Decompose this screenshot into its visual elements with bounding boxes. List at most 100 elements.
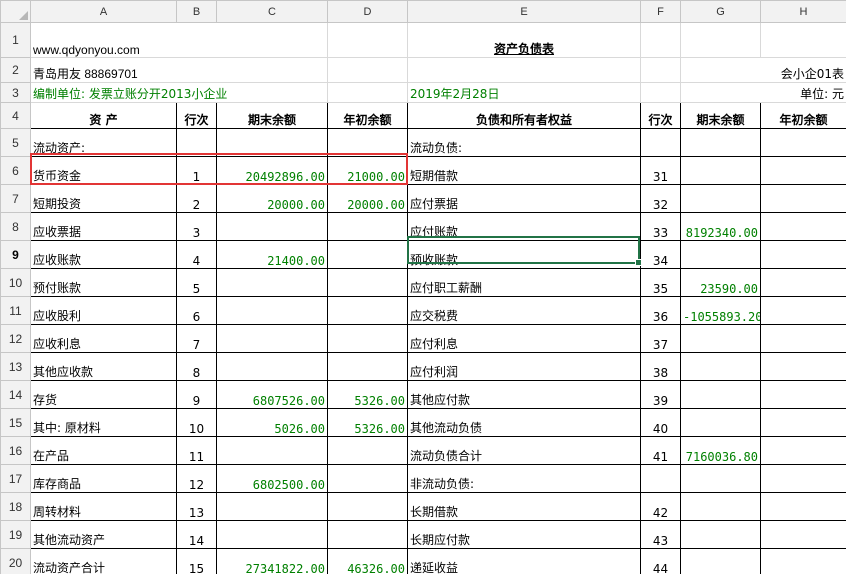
asset-label[interactable]: 流动资产合计: [30, 548, 177, 574]
liability-label[interactable]: 应付账款: [407, 212, 641, 241]
asset-row-no[interactable]: 10: [176, 408, 217, 437]
asset-begin-balance[interactable]: [327, 128, 408, 157]
asset-begin-balance[interactable]: [327, 240, 408, 269]
asset-label[interactable]: 应收账款: [30, 240, 177, 269]
asset-row-no[interactable]: 1: [176, 156, 217, 185]
end-balance-header[interactable]: 期末余额: [216, 102, 328, 129]
asset-begin-balance[interactable]: [327, 464, 408, 493]
liability-label[interactable]: 长期应付款: [407, 520, 641, 549]
asset-end-balance[interactable]: [216, 268, 328, 297]
row-header[interactable]: 12: [0, 324, 31, 353]
column-header-a[interactable]: A: [30, 0, 177, 23]
form-code-cell[interactable]: 会小企01表: [680, 57, 846, 83]
row-header[interactable]: 4: [0, 102, 31, 129]
liability-begin-balance[interactable]: [760, 268, 846, 297]
asset-label[interactable]: 流动资产:: [30, 128, 177, 157]
row-header[interactable]: 13: [0, 352, 31, 381]
asset-begin-balance[interactable]: 20000.00: [327, 184, 408, 213]
liability-row-no[interactable]: [640, 128, 681, 157]
liability-end-balance[interactable]: [680, 156, 761, 185]
cell[interactable]: [407, 57, 641, 83]
liability-label[interactable]: 其他流动负债: [407, 408, 641, 437]
asset-label[interactable]: 货币资金: [30, 156, 177, 185]
asset-begin-balance[interactable]: 46326.00: [327, 548, 408, 574]
column-header-f[interactable]: F: [640, 0, 681, 23]
liability-row-no[interactable]: 37: [640, 324, 681, 353]
liability-row-no[interactable]: 44: [640, 548, 681, 574]
liability-row-no[interactable]: 33: [640, 212, 681, 241]
liability-label[interactable]: 非流动负债:: [407, 464, 641, 493]
select-all-corner[interactable]: [0, 0, 31, 23]
asset-begin-balance[interactable]: [327, 324, 408, 353]
asset-row-no[interactable]: 13: [176, 492, 217, 521]
liability-row-no[interactable]: 43: [640, 520, 681, 549]
liability-end-balance[interactable]: [680, 408, 761, 437]
asset-begin-balance[interactable]: [327, 268, 408, 297]
cell[interactable]: [640, 57, 681, 83]
row-header-selected[interactable]: 9: [0, 240, 31, 269]
asset-end-balance[interactable]: 20000.00: [216, 184, 328, 213]
row-header[interactable]: 17: [0, 464, 31, 493]
liability-label-active[interactable]: 预收账款: [407, 240, 641, 269]
liability-begin-balance[interactable]: [760, 380, 846, 409]
liability-end-balance[interactable]: [680, 324, 761, 353]
liability-label[interactable]: 其他应付款: [407, 380, 641, 409]
asset-row-no[interactable]: 4: [176, 240, 217, 269]
asset-begin-balance[interactable]: 21000.00: [327, 156, 408, 185]
asset-row-no[interactable]: 11: [176, 436, 217, 465]
liability-row-no[interactable]: 38: [640, 352, 681, 381]
asset-label[interactable]: 应收利息: [30, 324, 177, 353]
asset-label[interactable]: 预付账款: [30, 268, 177, 297]
asset-row-no[interactable]: 5: [176, 268, 217, 297]
liability-row-no[interactable]: 31: [640, 156, 681, 185]
asset-begin-balance[interactable]: [327, 520, 408, 549]
row-header[interactable]: 1: [0, 22, 31, 58]
liability-end-balance[interactable]: [680, 128, 761, 157]
liability-row-no[interactable]: [640, 464, 681, 493]
currency-cell[interactable]: 单位: 元: [680, 82, 846, 103]
liability-begin-balance[interactable]: [760, 156, 846, 185]
liability-row-no[interactable]: 39: [640, 380, 681, 409]
asset-row-no[interactable]: 12: [176, 464, 217, 493]
assets-header[interactable]: 资 产: [30, 102, 177, 129]
liability-row-no[interactable]: 42: [640, 492, 681, 521]
liability-end-balance[interactable]: -1055893.20: [680, 296, 761, 325]
liability-end-balance[interactable]: 23590.00: [680, 268, 761, 297]
row-header[interactable]: 3: [0, 82, 31, 103]
asset-label[interactable]: 其他应收款: [30, 352, 177, 381]
row-header[interactable]: 6: [0, 156, 31, 185]
liability-begin-balance[interactable]: [760, 212, 846, 241]
liability-begin-balance[interactable]: [760, 324, 846, 353]
liability-row-no[interactable]: 35: [640, 268, 681, 297]
asset-end-balance[interactable]: 5026.00: [216, 408, 328, 437]
asset-begin-balance[interactable]: [327, 492, 408, 521]
asset-end-balance[interactable]: [216, 296, 328, 325]
asset-label[interactable]: 其中: 原材料: [30, 408, 177, 437]
asset-end-balance[interactable]: [216, 492, 328, 521]
row-header[interactable]: 20: [0, 548, 31, 574]
liability-row-no[interactable]: 36: [640, 296, 681, 325]
asset-end-balance[interactable]: 6807526.00: [216, 380, 328, 409]
row-header[interactable]: 8: [0, 212, 31, 241]
company-cell[interactable]: 青岛用友 88869701: [30, 57, 328, 83]
liabilities-header[interactable]: 负债和所有者权益: [407, 102, 641, 129]
liability-begin-balance[interactable]: [760, 296, 846, 325]
begin-balance-header-2[interactable]: 年初余额: [760, 102, 846, 129]
row-header[interactable]: 2: [0, 57, 31, 83]
asset-begin-balance[interactable]: 5326.00: [327, 380, 408, 409]
liability-end-balance[interactable]: [680, 240, 761, 269]
liability-begin-balance[interactable]: [760, 520, 846, 549]
liability-end-balance[interactable]: [680, 492, 761, 521]
asset-begin-balance[interactable]: 5326.00: [327, 408, 408, 437]
liability-label[interactable]: 短期借款: [407, 156, 641, 185]
asset-end-balance[interactable]: [216, 128, 328, 157]
liability-begin-balance[interactable]: [760, 464, 846, 493]
cell[interactable]: [640, 82, 681, 103]
asset-begin-balance[interactable]: [327, 436, 408, 465]
asset-begin-balance[interactable]: [327, 212, 408, 241]
liability-label[interactable]: 流动负债:: [407, 128, 641, 157]
asset-row-no[interactable]: 14: [176, 520, 217, 549]
column-header-b[interactable]: B: [176, 0, 217, 23]
begin-balance-header[interactable]: 年初余额: [327, 102, 408, 129]
asset-end-balance[interactable]: [216, 352, 328, 381]
